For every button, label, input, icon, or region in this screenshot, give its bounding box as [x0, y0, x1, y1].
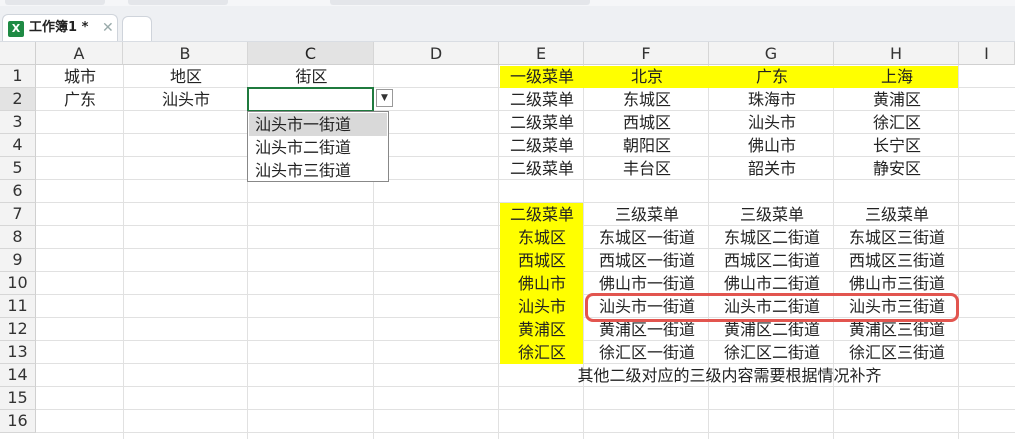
- workbook-tab-title: 工作簿1 *: [29, 20, 89, 35]
- cell-e5[interactable]: 二级菜单: [500, 158, 584, 180]
- row-header-7[interactable]: 7: [0, 203, 36, 226]
- cell-h7[interactable]: 三级菜单: [835, 204, 959, 226]
- row-header-14[interactable]: 14: [0, 364, 36, 387]
- toolbar-segment: [5, 0, 105, 5]
- row-header-16[interactable]: 16: [0, 410, 36, 433]
- cell-e4[interactable]: 二级菜单: [500, 135, 584, 157]
- row-header-3[interactable]: 3: [0, 111, 36, 134]
- row-header-13[interactable]: 13: [0, 341, 36, 364]
- cell-e10[interactable]: 佛山市: [500, 273, 584, 295]
- cell-b2[interactable]: 汕头市: [124, 89, 248, 111]
- cell-f12[interactable]: 黄浦区一街道: [585, 319, 709, 341]
- tab-bar: X 工作簿1 * ✕: [0, 0, 1015, 42]
- dropdown-option[interactable]: 汕头市一街道: [249, 113, 387, 136]
- row-header-5[interactable]: 5: [0, 157, 36, 180]
- cell-f7[interactable]: 三级菜单: [585, 204, 709, 226]
- cell-f10[interactable]: 佛山市一街道: [585, 273, 709, 295]
- new-tab-button[interactable]: [122, 16, 152, 41]
- column-header-d[interactable]: D: [374, 42, 499, 65]
- row-header-10[interactable]: 10: [0, 272, 36, 295]
- row-header-6[interactable]: 6: [0, 180, 36, 203]
- cell-g9[interactable]: 西城区二街道: [710, 250, 834, 272]
- active-cell-c2[interactable]: [247, 87, 374, 112]
- row-header-1[interactable]: 1: [0, 65, 36, 88]
- window-top-strip: [0, 0, 1015, 6]
- select-all-corner[interactable]: [0, 42, 36, 65]
- grid-line: [36, 409, 1015, 410]
- cell-g1[interactable]: 广东: [710, 66, 834, 88]
- grid-line: [36, 432, 1015, 433]
- close-icon[interactable]: ✕: [102, 20, 114, 36]
- cell-a2[interactable]: 广东: [37, 89, 123, 111]
- cell-g4[interactable]: 佛山市: [710, 135, 834, 157]
- cell-e3[interactable]: 二级菜单: [500, 112, 584, 134]
- cell-g10[interactable]: 佛山市二街道: [710, 273, 834, 295]
- cell-h1[interactable]: 上海: [835, 66, 959, 88]
- dropdown-arrow-icon[interactable]: ▼: [376, 89, 393, 107]
- cell-e12[interactable]: 黄浦区: [500, 319, 584, 341]
- cell-g7[interactable]: 三级菜单: [710, 204, 834, 226]
- column-header-i[interactable]: I: [959, 42, 1015, 65]
- annotation-highlight: [585, 293, 959, 322]
- cell-f4[interactable]: 朝阳区: [585, 135, 709, 157]
- cell-h13[interactable]: 徐汇区三街道: [835, 342, 959, 364]
- cell-h8[interactable]: 东城区三街道: [835, 227, 959, 249]
- cell-h12[interactable]: 黄浦区三街道: [835, 319, 959, 341]
- cell-f3[interactable]: 西城区: [585, 112, 709, 134]
- cell-h10[interactable]: 佛山市三街道: [835, 273, 959, 295]
- cell-e14-note[interactable]: 其他二级对应的三级内容需要根据情况补齐: [500, 365, 959, 387]
- cell-f8[interactable]: 东城区一街道: [585, 227, 709, 249]
- grid-line: [498, 65, 499, 439]
- cell-e9[interactable]: 西城区: [500, 250, 584, 272]
- grid-line: [123, 65, 124, 439]
- cell-f13[interactable]: 徐汇区一街道: [585, 342, 709, 364]
- cell-h9[interactable]: 西城区三街道: [835, 250, 959, 272]
- cell-e11[interactable]: 汕头市: [500, 296, 584, 318]
- cell-h3[interactable]: 徐汇区: [835, 112, 959, 134]
- row-header-11[interactable]: 11: [0, 295, 36, 318]
- cell-g8[interactable]: 东城区二街道: [710, 227, 834, 249]
- cell-h4[interactable]: 长宁区: [835, 135, 959, 157]
- cell-e7[interactable]: 二级菜单: [500, 204, 584, 226]
- row-header-4[interactable]: 4: [0, 134, 36, 157]
- toolbar-segment: [128, 0, 228, 5]
- row-header-12[interactable]: 12: [0, 318, 36, 341]
- toolbar-segment: [330, 0, 590, 5]
- cell-e8[interactable]: 东城区: [500, 227, 584, 249]
- cell-a1[interactable]: 城市: [37, 66, 123, 88]
- cell-f2[interactable]: 东城区: [585, 89, 709, 111]
- column-header-a[interactable]: A: [36, 42, 123, 65]
- column-header-e[interactable]: E: [499, 42, 584, 65]
- row-header-9[interactable]: 9: [0, 249, 36, 272]
- cell-f9[interactable]: 西城区一街道: [585, 250, 709, 272]
- cell-c1[interactable]: 街区: [249, 66, 374, 88]
- row-header-15[interactable]: 15: [0, 387, 36, 410]
- cell-h2[interactable]: 黄浦区: [835, 89, 959, 111]
- column-header-h[interactable]: H: [834, 42, 959, 65]
- cell-e13[interactable]: 徐汇区: [500, 342, 584, 364]
- cell-f5[interactable]: 丰台区: [585, 158, 709, 180]
- row-header-8[interactable]: 8: [0, 226, 36, 249]
- column-header-c[interactable]: C: [248, 42, 374, 65]
- column-header-f[interactable]: F: [584, 42, 709, 65]
- cell-e2[interactable]: 二级菜单: [500, 89, 584, 111]
- dropdown-option[interactable]: 汕头市三街道: [249, 159, 387, 182]
- dropdown-option[interactable]: 汕头市二街道: [249, 136, 387, 159]
- column-header-g[interactable]: G: [709, 42, 834, 65]
- workbook-tab[interactable]: X 工作簿1 * ✕: [2, 14, 118, 41]
- cell-g12[interactable]: 黄浦区二街道: [710, 319, 834, 341]
- cell-h5[interactable]: 静安区: [835, 158, 959, 180]
- cell-f1[interactable]: 北京: [585, 66, 709, 88]
- cell-g5[interactable]: 韶关市: [710, 158, 834, 180]
- row-header-2[interactable]: 2: [0, 88, 36, 111]
- cell-b1[interactable]: 地区: [124, 66, 248, 88]
- cell-g2[interactable]: 珠海市: [710, 89, 834, 111]
- cell-g3[interactable]: 汕头市: [710, 112, 834, 134]
- column-header-b[interactable]: B: [123, 42, 248, 65]
- dropdown-list[interactable]: 汕头市一街道 汕头市二街道 汕头市三街道: [247, 111, 389, 182]
- cell-e1[interactable]: 一级菜单: [500, 66, 584, 88]
- cell-g13[interactable]: 徐汇区二街道: [710, 342, 834, 364]
- excel-file-icon: X: [8, 21, 24, 37]
